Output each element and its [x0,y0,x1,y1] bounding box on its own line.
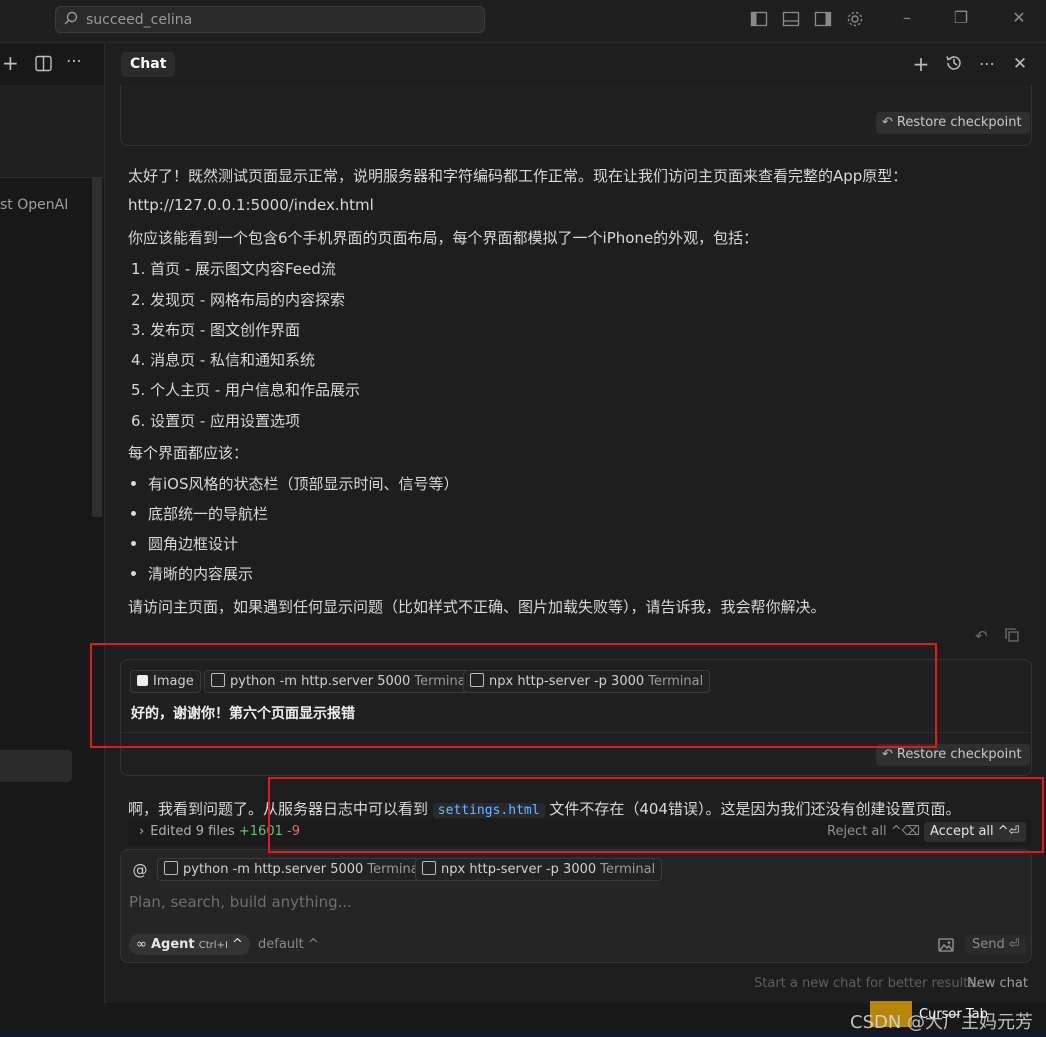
numbered-item: 2. 发现页 - 网格布局的内容探索 [131,291,346,309]
chat-header [105,43,1046,85]
chip-label: python -m http.server 5000 [183,862,364,877]
left-panel-selected-item[interactable] [0,750,72,782]
toggle-secondary-sidebar-icon[interactable] [814,10,832,28]
split-view-icon[interactable] [35,55,52,76]
bullet-item: 圆角边框设计 [148,535,239,553]
search-text: succeed_celina [86,12,193,28]
left-panel-header [0,85,104,178]
model-selector[interactable]: default ^ [258,937,319,952]
chat-input[interactable]: Plan, search, build anything... [129,893,352,911]
restore-checkpoint-label: Restore checkpoint [896,115,1022,130]
numbered-item: 1. 首页 - 展示图文内容Feed流 [131,260,336,278]
agent-mode-selector[interactable]: ∞ Agent Ctrl+I ^ [129,934,250,955]
terminal-icon [422,861,436,875]
chip-sub: Terminal [600,862,656,877]
restore-window-icon[interactable]: ❐ [953,10,969,26]
new-chat-plus-icon[interactable]: + [912,54,930,74]
assistant-lead: 你应该能看到一个包含6个手机界面的页面布局，每个界面都模拟了一个iPhone的外… [128,229,759,247]
agent-shortcut: Ctrl+I [198,940,228,951]
new-chat-hint: Start a new chat for better results. [754,976,980,991]
edited-files-label: Edited 9 files [150,824,235,839]
search-icon [64,10,78,25]
bullet-item: 有iOS风格的状态栏（顶部显示时间、信号等） [148,475,459,493]
left-panel-toolbar: + ⋯ [0,43,104,85]
more-options-icon[interactable]: ⋯ [978,55,996,73]
terminal-context-chip[interactable]: npx http-server -p 3000 Terminal [415,858,663,881]
numbered-item: 4. 消息页 - 私信和通知系统 [131,351,316,369]
new-chat-link[interactable]: New chat [967,976,1028,991]
close-chat-icon[interactable]: ✕ [1011,55,1029,73]
toggle-panel-icon[interactable] [782,10,800,28]
chevron-up-icon: ^ [232,937,243,952]
revert-icon[interactable]: ↶ [975,628,991,644]
agent-label: Agent [150,937,195,952]
mention-button[interactable]: @ [129,859,151,881]
close-window-icon[interactable]: ✕ [1011,10,1027,26]
title-bar: succeed_celina – ❐ ✕ [0,0,1046,43]
numbered-item: 3. 发布页 - 图文创作界面 [131,321,301,339]
assistant-closing: 请访问主页面，如果遇到任何显示问题（比如样式不正确、图片加载失败等），请告诉我，… [128,598,826,616]
watermark: CSDN @大厂主妈元芳 [850,1012,1034,1033]
attach-image-icon[interactable] [938,937,954,952]
bullet-dot [131,511,136,516]
bullet-item: 底部统一的导航栏 [148,505,269,523]
left-panel-item-text[interactable]: st OpenAI [0,197,68,213]
history-icon[interactable] [945,54,963,72]
bullet-dot [131,541,136,546]
send-button[interactable]: Send ⏎ [966,935,1026,955]
assistant-intro: 太好了！既然测试页面显示正常，说明服务器和字符编码都工作正常。现在让我们访问主页… [128,167,908,185]
minimize-icon[interactable]: – [899,10,915,26]
chip-label: npx http-server -p 3000 [441,862,597,877]
terminal-icon [164,861,178,875]
numbered-item: 5. 个人主页 - 用户信息和作品展示 [131,381,361,399]
toggle-primary-sidebar-icon[interactable] [750,10,768,28]
requirements-title: 每个界面都应该： [128,444,249,462]
chevron-right-icon: › [139,824,145,839]
left-panel-scrollbar[interactable] [92,177,102,517]
assistant-url[interactable]: http://127.0.0.1:5000/index.html [128,196,374,214]
more-actions-icon[interactable]: ⋯ [66,51,82,70]
command-center-search[interactable]: succeed_celina [55,6,485,33]
settings-gear-icon[interactable] [846,10,864,28]
numbered-item: 6. 设置页 - 应用设置选项 [131,412,301,430]
restore-checkpoint-label: Restore checkpoint [896,747,1022,762]
bullet-dot [131,571,136,576]
infinity-icon: ∞ [136,937,147,952]
restore-checkpoint-button[interactable]: ↶ Restore checkpoint [876,112,1030,134]
annotation-box [90,643,937,748]
left-side-panel: + ⋯ st OpenAI [0,43,105,1003]
annotation-box [268,777,1044,853]
bullet-item: 清晰的内容展示 [148,565,254,583]
new-icon[interactable]: + [2,53,19,73]
undo-icon: ↶ [882,115,893,130]
terminal-context-chip[interactable]: python -m http.server 5000 Terminal [157,858,430,881]
copy-icon[interactable] [1005,628,1021,644]
chat-tab[interactable]: Chat [121,52,176,77]
bullet-dot [131,481,136,486]
